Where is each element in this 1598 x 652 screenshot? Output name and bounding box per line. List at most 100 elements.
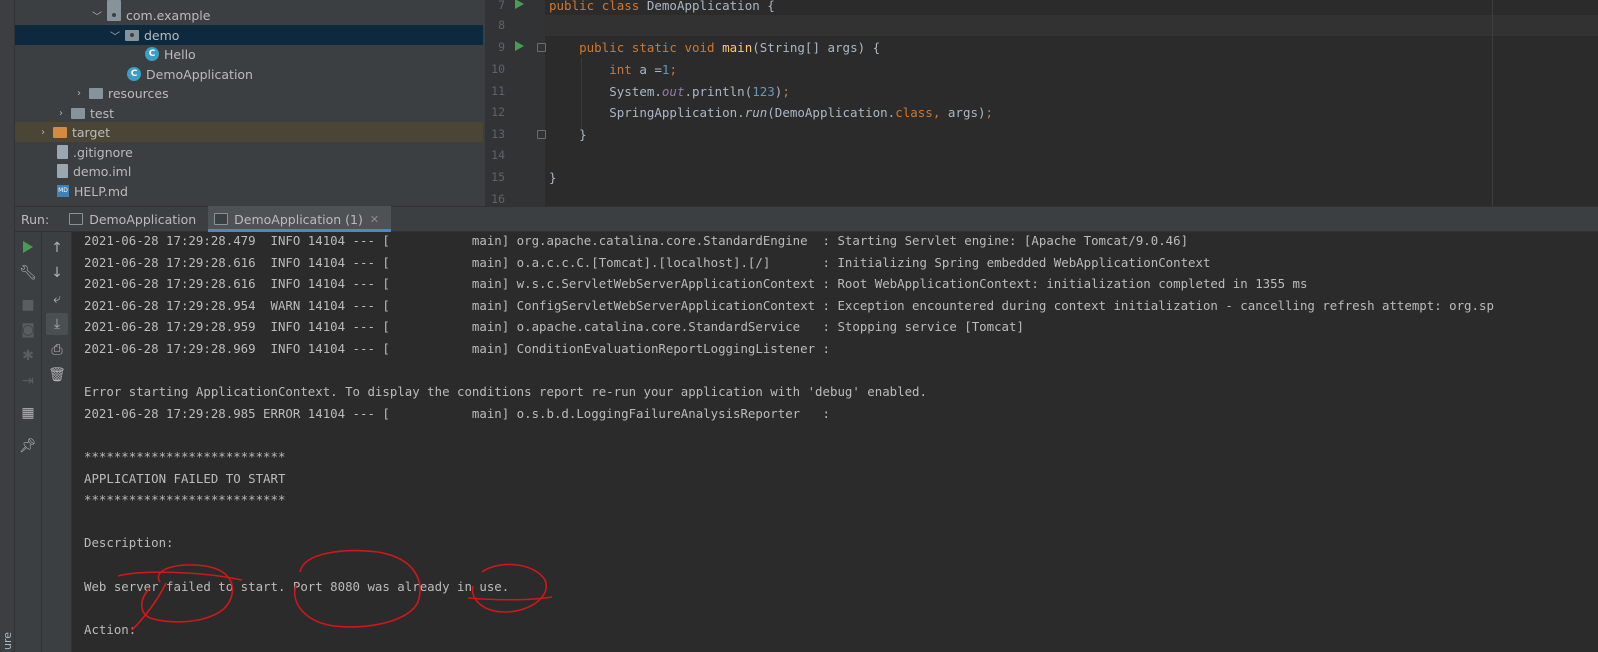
fold-marker-icon[interactable] [537, 130, 546, 139]
stop-button[interactable]: ■ [17, 294, 39, 316]
console-output[interactable]: 2021-06-28 17:29:28.479 INFO 14104 --- [… [72, 232, 1598, 652]
print-icon: ⎙ [51, 342, 63, 358]
console-line: *************************** [84, 492, 286, 508]
run-toolbar-primary: 🔧︎ ■ ◙ ✱ ⇥ ▦ 📌︎ [15, 232, 42, 652]
layout-button[interactable]: ▦ [17, 402, 39, 424]
code-line-10: int a =1; [609, 62, 677, 77]
code-line-13: } [579, 127, 587, 142]
tree-item-hello[interactable]: C Hello [15, 44, 483, 64]
folder-icon [71, 108, 85, 119]
console-line: Web server failed to start. Port 8080 wa… [84, 578, 510, 594]
exit-button[interactable]: ⇥ [17, 370, 39, 392]
tree-item-label: Hello [164, 46, 196, 62]
run-gutter-icon[interactable] [515, 0, 524, 9]
pin-button[interactable]: 📌︎ [17, 435, 39, 457]
pin-icon: 📌︎ [19, 438, 37, 454]
rerun-button[interactable] [17, 236, 39, 258]
console-icon [214, 213, 229, 225]
dump-threads-button[interactable]: ◙ [17, 319, 39, 341]
console-line: 2021-06-28 17:29:28.969 INFO 14104 --- [… [84, 341, 830, 356]
fold-marker-icon[interactable] [537, 43, 546, 52]
trash-icon: 🗑︎ [48, 367, 66, 383]
run-tab-label: DemoApplication [89, 211, 197, 227]
package-icon [107, 10, 121, 21]
run-gutter-icon[interactable] [515, 41, 524, 51]
run-tab-demoapplication[interactable]: DemoApplication [63, 206, 208, 232]
code-line-11: System.out.println(123); [609, 84, 790, 99]
tree-item-gitignore[interactable]: .gitignore [15, 142, 483, 162]
scroll-to-end-button[interactable]: ⤓ [46, 313, 68, 335]
close-icon[interactable]: ✕ [370, 213, 379, 226]
soft-wrap-button[interactable]: ⤶ [46, 288, 68, 310]
bug-icon: ✱ [22, 348, 34, 364]
structure-tool-tab[interactable]: ure [1, 632, 14, 650]
project-tree[interactable]: ﹀ com.example ﹀ demo C Hello C DemoAppli… [15, 0, 495, 206]
gutter-line: 15 [491, 170, 505, 184]
arrow-down-icon: ↓ [51, 265, 63, 281]
console-line: 2021-06-28 17:29:28.479 INFO 14104 --- [… [84, 233, 1189, 248]
tree-item-label: test [90, 105, 115, 121]
chevron-down-icon[interactable]: ﹀ [91, 8, 103, 23]
package-icon [125, 30, 139, 41]
console-line: Action: [84, 621, 137, 637]
tree-item-demo-iml[interactable]: demo.iml [15, 161, 483, 181]
tree-item-target[interactable]: › target [15, 122, 483, 142]
run-tab-label: DemoApplication (1) [234, 211, 363, 227]
resources-folder-icon [89, 88, 103, 99]
clear-all-button[interactable]: 🗑︎ [46, 364, 68, 386]
tree-item-label: com.example [126, 7, 211, 23]
chevron-right-icon[interactable]: › [55, 108, 67, 119]
console-line: Error starting ApplicationContext. To di… [84, 384, 927, 400]
file-icon [57, 145, 68, 159]
tree-item-resources[interactable]: › resources [15, 83, 483, 103]
console-line: 2021-06-28 17:29:28.985 ERROR 14104 --- … [84, 405, 830, 421]
tree-item-help-md[interactable]: MD HELP.md [15, 181, 483, 201]
layout-icon: ▦ [21, 405, 35, 421]
gutter-line: 10 [491, 62, 505, 76]
scroll-up-button[interactable]: ↑ [46, 237, 68, 259]
exit-icon: ⇥ [22, 373, 34, 389]
code-editor[interactable]: 7 8 9 10 11 12 13 14 15 16 public class … [485, 0, 1598, 206]
tree-item-demo[interactable]: ﹀ demo [15, 25, 483, 45]
right-margin-guide [1492, 0, 1493, 206]
tree-item-demoapplication[interactable]: C DemoApplication [15, 64, 483, 84]
edit-config-button[interactable]: 🔧︎ [17, 262, 39, 284]
run-tab-demoapplication-1[interactable]: DemoApplication (1) ✕ [208, 206, 392, 232]
wrap-icon: ⤶ [53, 291, 61, 307]
console-line: *************************** [84, 449, 286, 464]
module-file-icon [57, 164, 68, 178]
chevron-right-icon[interactable]: › [37, 127, 49, 138]
spring-class-icon: C [127, 67, 141, 81]
excluded-folder-icon [53, 127, 67, 138]
gutter-line: 14 [491, 148, 505, 162]
chevron-down-icon[interactable]: ﹀ [109, 28, 121, 43]
tree-item-com-example[interactable]: ﹀ com.example [15, 5, 483, 25]
console-line: APPLICATION FAILED TO START [84, 470, 286, 486]
tree-item-test[interactable]: › test [15, 103, 483, 123]
code-line-12: SpringApplication.run(DemoApplication.cl… [609, 105, 994, 120]
current-line-highlight [545, 15, 1598, 36]
arrow-up-icon: ↑ [51, 240, 63, 256]
chevron-right-icon[interactable]: › [73, 88, 85, 99]
stop-icon: ■ [21, 297, 35, 313]
print-button[interactable]: ⎙ [46, 339, 68, 361]
gutter-line: 13 [485, 124, 546, 145]
camera-icon: ◙ [21, 322, 35, 338]
wrench-icon: 🔧︎ [19, 265, 37, 281]
tree-item-label: target [72, 124, 111, 140]
run-label: Run: [21, 211, 50, 227]
gutter-line: 9 [485, 37, 546, 58]
console-line: 2021-06-28 17:29:28.959 INFO 14104 --- [… [84, 319, 1024, 335]
left-tool-strip: ure [0, 0, 15, 652]
scroll-down-button[interactable]: ↓ [46, 262, 68, 284]
editor-gutter: 7 8 9 10 11 12 13 14 15 16 [485, 0, 546, 206]
debug-button[interactable]: ✱ [17, 345, 39, 367]
tree-item-label: DemoApplication [146, 66, 253, 82]
tree-item-label: .gitignore [73, 144, 133, 160]
class-icon: C [145, 47, 159, 61]
tree-item-label: demo.iml [73, 163, 132, 179]
tree-item-label: HELP.md [74, 183, 128, 199]
tree-item-label: demo [144, 27, 180, 43]
code-line-15: } [549, 170, 557, 185]
markdown-file-icon: MD [57, 185, 69, 197]
